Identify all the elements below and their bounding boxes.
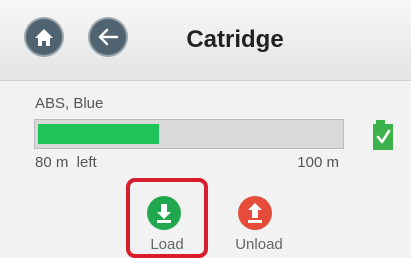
upload-icon xyxy=(248,203,262,223)
header-bar: Catridge xyxy=(0,0,411,81)
unload-label: Unload xyxy=(235,236,283,253)
home-icon xyxy=(35,29,53,46)
unload-button[interactable]: Unload xyxy=(218,178,300,258)
unload-icon-circle xyxy=(238,196,272,230)
remaining-length: 80 m left xyxy=(35,154,97,171)
back-button[interactable] xyxy=(90,19,126,55)
page-title: Catridge xyxy=(186,26,284,53)
filament-progress-fill xyxy=(38,124,159,144)
material-label: ABS, Blue xyxy=(35,95,104,112)
load-label: Load xyxy=(150,236,184,253)
total-capacity: 100 m xyxy=(297,154,339,171)
back-arrow-icon xyxy=(98,28,119,46)
load-icon-circle xyxy=(147,196,181,230)
cartridge-check-icon xyxy=(373,120,393,150)
filament-progress-bar xyxy=(34,119,344,149)
download-icon xyxy=(157,204,171,223)
home-button[interactable] xyxy=(26,19,62,55)
load-button[interactable]: Load xyxy=(126,178,208,258)
